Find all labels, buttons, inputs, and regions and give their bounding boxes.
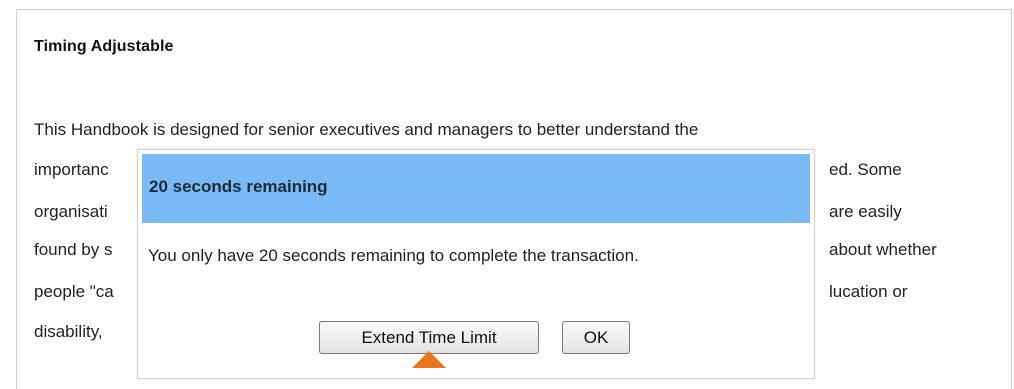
timeout-dialog: 20 seconds remaining You only have 20 se… xyxy=(137,149,815,379)
section-heading: Timing Adjustable xyxy=(34,38,174,55)
body-text-line: lucation or xyxy=(829,282,908,301)
body-text-line: found by s xyxy=(34,240,113,259)
body-text-line: This Handbook is designed for senior exe… xyxy=(34,120,699,139)
ok-button[interactable]: OK xyxy=(562,321,630,354)
dialog-header: 20 seconds remaining xyxy=(142,154,810,223)
body-text-line: importanc xyxy=(34,160,109,179)
body-text-line: people "ca xyxy=(34,282,114,301)
dialog-message: You only have 20 seconds remaining to co… xyxy=(148,246,639,265)
body-text-line: disability, xyxy=(34,322,103,341)
body-text-line: are easily xyxy=(829,202,902,221)
body-text-line: ed. Some xyxy=(829,160,902,179)
body-text-line: about whether xyxy=(829,240,937,259)
body-text-line: organisati xyxy=(34,202,108,221)
dialog-title: 20 seconds remaining xyxy=(149,177,328,196)
extend-time-limit-button[interactable]: Extend Time Limit xyxy=(319,321,539,354)
pointer-arrow-icon xyxy=(412,351,446,368)
